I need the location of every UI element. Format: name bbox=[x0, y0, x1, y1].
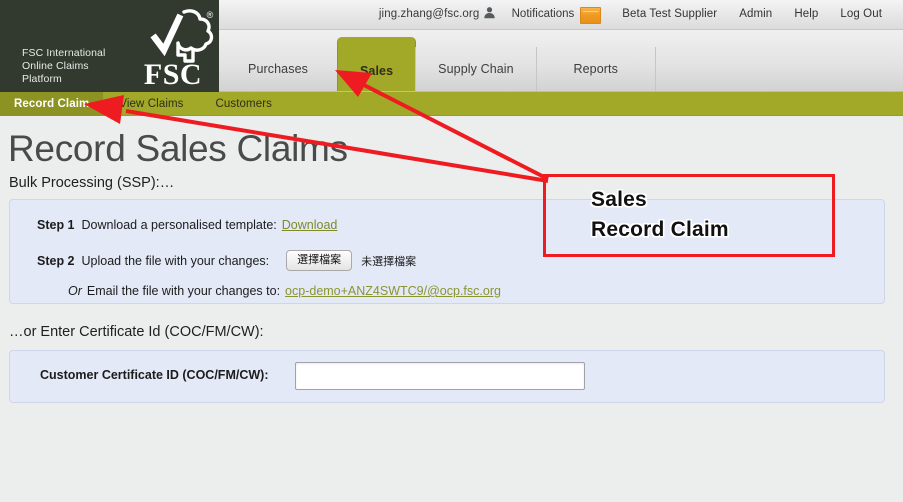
file-upload-control: 選擇檔案 未選擇檔案 bbox=[286, 250, 416, 271]
subnav-item-record-claim[interactable]: Record Claim bbox=[0, 92, 104, 116]
top-utility-bar-right-group: jing.zhang@fsc.org Notifications Beta Te… bbox=[368, 0, 893, 29]
platform-name-line3: Platform bbox=[22, 73, 62, 85]
enter-certificate-section-label: …or Enter Certificate Id (COC/FM/CW): bbox=[9, 324, 264, 340]
annotation-line-1: Sales bbox=[591, 188, 647, 211]
svg-text:®: ® bbox=[207, 10, 214, 20]
platform-name-label: FSC International Online Claims Platform bbox=[22, 47, 105, 86]
admin-link[interactable]: Admin bbox=[728, 0, 783, 29]
tab-purchases[interactable]: Purchases bbox=[219, 47, 338, 91]
step-2-row: Step 2 Upload the file with your changes… bbox=[37, 250, 416, 271]
annotation-callout-text: Sales Record Claim bbox=[591, 185, 729, 245]
step-1-row: Step 1 Download a personalised template:… bbox=[37, 218, 337, 232]
certificate-id-panel: Customer Certificate ID (COC/FM/CW): bbox=[9, 350, 885, 403]
svg-text:FSC: FSC bbox=[144, 58, 202, 88]
step-1-text: Download a personalised template: bbox=[81, 218, 277, 232]
or-label: Or bbox=[68, 284, 82, 298]
tab-sales[interactable]: Sales bbox=[337, 37, 417, 91]
help-link[interactable]: Help bbox=[783, 0, 829, 29]
annotation-line-2: Record Claim bbox=[591, 218, 729, 241]
email-alternative-row: Or Email the file with your changes to: … bbox=[68, 284, 501, 298]
primary-nav-tabs: Purchases Sales Supply Chain Reports bbox=[219, 37, 656, 91]
platform-name-line2: Online Claims bbox=[22, 60, 89, 72]
customer-certificate-id-input[interactable] bbox=[295, 362, 585, 390]
notifications-button[interactable]: Notifications bbox=[502, 0, 612, 29]
log-out-link[interactable]: Log Out bbox=[829, 0, 893, 29]
choose-file-button[interactable]: 選擇檔案 bbox=[286, 250, 353, 271]
page-title: Record Sales Claims bbox=[8, 128, 348, 169]
fsc-checkmark-tree-logo-icon: FSC ® bbox=[127, 6, 219, 88]
file-selection-status: 未選擇檔案 bbox=[361, 254, 417, 268]
step-2-text: Upload the file with your changes: bbox=[81, 253, 270, 268]
subnav-item-customers[interactable]: Customers bbox=[200, 92, 289, 116]
customer-certificate-id-label: Customer Certificate ID (COC/FM/CW): bbox=[40, 368, 269, 382]
notifications-label: Notifications bbox=[511, 8, 575, 20]
platform-name-line1: FSC International bbox=[22, 47, 106, 59]
primary-navigation-bar: Purchases Sales Supply Chain Reports bbox=[219, 30, 903, 92]
fsc-logo-block[interactable]: FSC International Online Claims Platform… bbox=[0, 0, 219, 92]
download-template-link[interactable]: Download bbox=[282, 218, 338, 232]
subnav-item-view-claims[interactable]: View Claims bbox=[103, 92, 199, 116]
person-icon bbox=[483, 2, 496, 19]
tab-supply-chain[interactable]: Supply Chain bbox=[415, 47, 537, 91]
bulk-processing-section-label: Bulk Processing (SSP):… bbox=[9, 175, 175, 191]
user-account-menu[interactable]: jing.zhang@fsc.org bbox=[368, 0, 502, 29]
step-2-label: Step 2 bbox=[37, 253, 75, 268]
step-1-label: Step 1 bbox=[37, 218, 75, 232]
tab-reports[interactable]: Reports bbox=[535, 47, 656, 91]
notification-flag-icon bbox=[580, 7, 602, 24]
secondary-navigation-bar: Record Claim View Claims Customers bbox=[0, 92, 903, 116]
supplier-name-label[interactable]: Beta Test Supplier bbox=[611, 0, 728, 29]
application-page: jing.zhang@fsc.org Notifications Beta Te… bbox=[0, 0, 903, 502]
upload-email-address-link[interactable]: ocp-demo+ANZ4SWTC9/@ocp.fsc.org bbox=[285, 284, 501, 298]
email-instruction-text: Email the file with your changes to: bbox=[86, 284, 281, 298]
user-email-label: jing.zhang@fsc.org bbox=[378, 8, 480, 20]
